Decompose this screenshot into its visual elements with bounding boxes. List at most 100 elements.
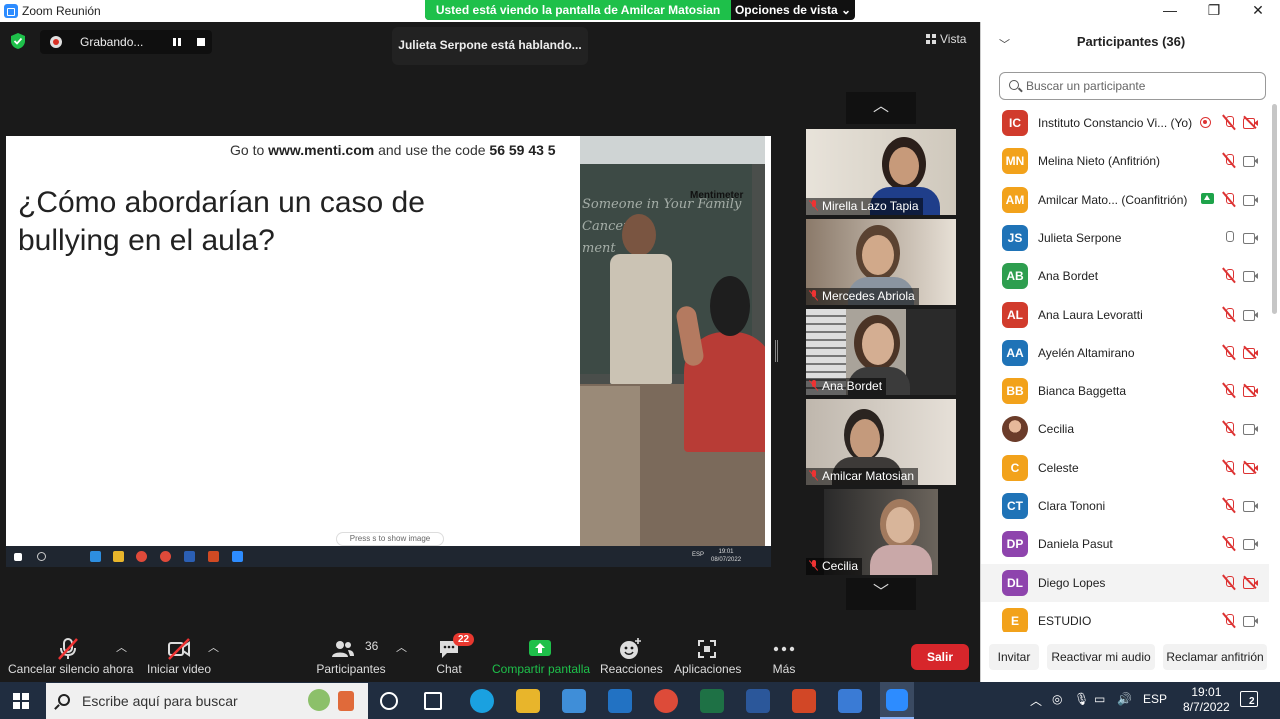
participant-name: Ayelén Altamirano	[1038, 345, 1135, 360]
reactions-button[interactable]: Reacciones	[600, 627, 663, 676]
video-icon[interactable]	[1243, 232, 1259, 244]
view-options-button[interactable]: Opciones de vista ⌄	[731, 0, 855, 20]
video-off-icon[interactable]	[1243, 384, 1259, 398]
video-tile[interactable]: Amilcar Matosian	[806, 399, 956, 485]
security-shield-icon[interactable]	[10, 32, 26, 50]
video-tile[interactable]: Mirella Lazo Tapia	[806, 129, 956, 215]
share-screen-button[interactable]: Compartir pantalla	[492, 627, 590, 676]
powerpoint-taskbar-icon[interactable]	[792, 689, 816, 713]
tile-name: Mercedes Abriola	[806, 288, 919, 305]
gallery-up-button[interactable]: ︿	[846, 92, 916, 124]
more-button[interactable]: Más	[764, 627, 804, 676]
participant-row[interactable]: JS Julieta Serpone	[981, 219, 1269, 257]
participant-row[interactable]: MN Melina Nieto (Anfitrión)	[981, 142, 1269, 180]
claim-host-button[interactable]: Reclamar anfitrión	[1163, 644, 1267, 670]
participant-row[interactable]: AM Amilcar Mato... (Coanfitrión)	[981, 181, 1269, 219]
view-button[interactable]: Vista	[926, 32, 966, 46]
participant-row[interactable]: E ESTUDIO	[981, 602, 1269, 632]
mail-icon[interactable]	[608, 689, 632, 713]
participant-list-scrollbar[interactable]	[1272, 104, 1277, 314]
task-view-icon[interactable]	[424, 692, 442, 710]
participant-row[interactable]: DL Diego Lopes	[981, 563, 1269, 602]
word-taskbar-icon[interactable]	[746, 689, 770, 713]
minimize-button[interactable]: —	[1148, 0, 1192, 22]
pause-recording-icon[interactable]	[171, 36, 183, 48]
video-icon[interactable]	[1243, 309, 1259, 321]
participant-row[interactable]: C Celeste	[981, 449, 1269, 487]
video-options-caret-icon[interactable]: ︿	[208, 639, 219, 655]
audio-options-caret-icon[interactable]: ︿	[116, 639, 127, 655]
participants-button[interactable]: 36 Participantes	[316, 627, 386, 676]
participants-caret-icon[interactable]: ︿	[396, 639, 407, 655]
video-off-icon[interactable]	[1243, 460, 1259, 474]
chrome-taskbar-icon[interactable]	[654, 689, 678, 713]
excel-icon[interactable]	[700, 689, 724, 713]
notifications-icon[interactable]: 2	[1240, 691, 1258, 707]
calculator-icon[interactable]	[838, 689, 862, 713]
video-tile[interactable]: Cecilia	[806, 489, 956, 575]
muted-mic-icon[interactable]	[1222, 575, 1236, 591]
tray-overflow-icon[interactable]: ︿	[1030, 692, 1042, 709]
windows-start-button[interactable]	[13, 693, 29, 709]
participant-row[interactable]: AL Ana Laura Levoratti	[981, 296, 1269, 334]
cortana-icon[interactable]	[380, 692, 398, 710]
language-indicator[interactable]: ESP	[1143, 692, 1167, 706]
muted-mic-icon[interactable]	[1222, 153, 1236, 169]
video-tile[interactable]: Ana Bordet	[806, 309, 956, 395]
video-icon[interactable]	[1243, 423, 1259, 436]
unmute-me-button[interactable]: Reactivar mi audio	[1047, 644, 1155, 670]
participant-name: Bianca Baggetta	[1038, 384, 1127, 399]
video-off-icon[interactable]	[1243, 575, 1259, 589]
gallery-down-button[interactable]: ﹀	[846, 578, 916, 610]
maximize-button[interactable]: ❐	[1192, 0, 1236, 22]
taskbar-search-input[interactable]: Escribe aquí para buscar	[46, 683, 368, 719]
edge-taskbar-icon[interactable]	[470, 689, 494, 713]
video-icon[interactable]	[1243, 615, 1259, 627]
muted-mic-icon[interactable]	[1222, 192, 1236, 208]
muted-mic-icon[interactable]	[1222, 383, 1236, 399]
video-icon[interactable]	[1243, 500, 1259, 512]
muted-mic-icon[interactable]	[1222, 460, 1236, 476]
participant-row[interactable]: BB Bianca Baggetta	[981, 372, 1269, 410]
muted-mic-icon[interactable]	[1222, 536, 1236, 552]
muted-mic-icon[interactable]	[1222, 498, 1236, 514]
leave-button[interactable]: Salir	[911, 644, 969, 670]
stop-recording-icon[interactable]	[197, 38, 205, 46]
invite-button[interactable]: Invitar	[989, 644, 1039, 670]
muted-mic-icon[interactable]	[1222, 613, 1236, 629]
video-icon[interactable]	[1243, 194, 1259, 206]
participant-row[interactable]: AA Ayelén Altamirano	[981, 334, 1269, 372]
muted-mic-icon[interactable]	[1222, 268, 1236, 284]
muted-mic-icon[interactable]	[1222, 421, 1236, 437]
split-handle[interactable]	[775, 340, 778, 362]
close-button[interactable]: ✕	[1236, 0, 1280, 22]
volume-icon[interactable]: 🔊	[1117, 692, 1132, 706]
participant-row[interactable]: DP Daniela Pasut	[981, 525, 1269, 563]
video-icon[interactable]	[1243, 270, 1259, 283]
mic-icon[interactable]	[1222, 230, 1236, 246]
network-icon[interactable]: ◎	[1052, 692, 1062, 706]
participant-row[interactable]: CT Clara Tononi	[981, 487, 1269, 525]
participant-row[interactable]: IC Instituto Constancio Vi... (Yo)	[981, 104, 1269, 142]
muted-mic-icon[interactable]	[1222, 307, 1236, 323]
participant-search-input[interactable]: Buscar un participante	[999, 72, 1266, 100]
taskbar-clock[interactable]: 19:01 8/7/2022	[1183, 685, 1230, 715]
video-icon[interactable]	[1243, 155, 1259, 168]
video-off-icon[interactable]	[1243, 115, 1259, 130]
chat-unread-badge: 22	[453, 633, 475, 646]
file-explorer-icon[interactable]	[516, 689, 540, 713]
participant-row[interactable]: AB Ana Bordet	[981, 257, 1269, 295]
video-icon[interactable]	[1243, 538, 1259, 551]
microphone-tray-icon[interactable]: 🎙	[1074, 692, 1089, 706]
start-video-button[interactable]: Iniciar video	[146, 627, 212, 676]
video-off-icon[interactable]	[1243, 345, 1259, 359]
store-icon[interactable]	[562, 689, 586, 713]
muted-mic-icon[interactable]	[1222, 115, 1236, 131]
unmute-button[interactable]: Cancelar silencio ahora	[8, 627, 133, 676]
apps-button[interactable]: Aplicaciones	[674, 627, 741, 676]
muted-mic-icon[interactable]	[1222, 345, 1236, 361]
video-tile[interactable]: Mercedes Abriola	[806, 219, 956, 305]
participant-row[interactable]: Cecilia	[981, 410, 1269, 448]
battery-icon[interactable]: ▭	[1094, 692, 1105, 706]
zoom-taskbar-button[interactable]	[880, 682, 914, 719]
